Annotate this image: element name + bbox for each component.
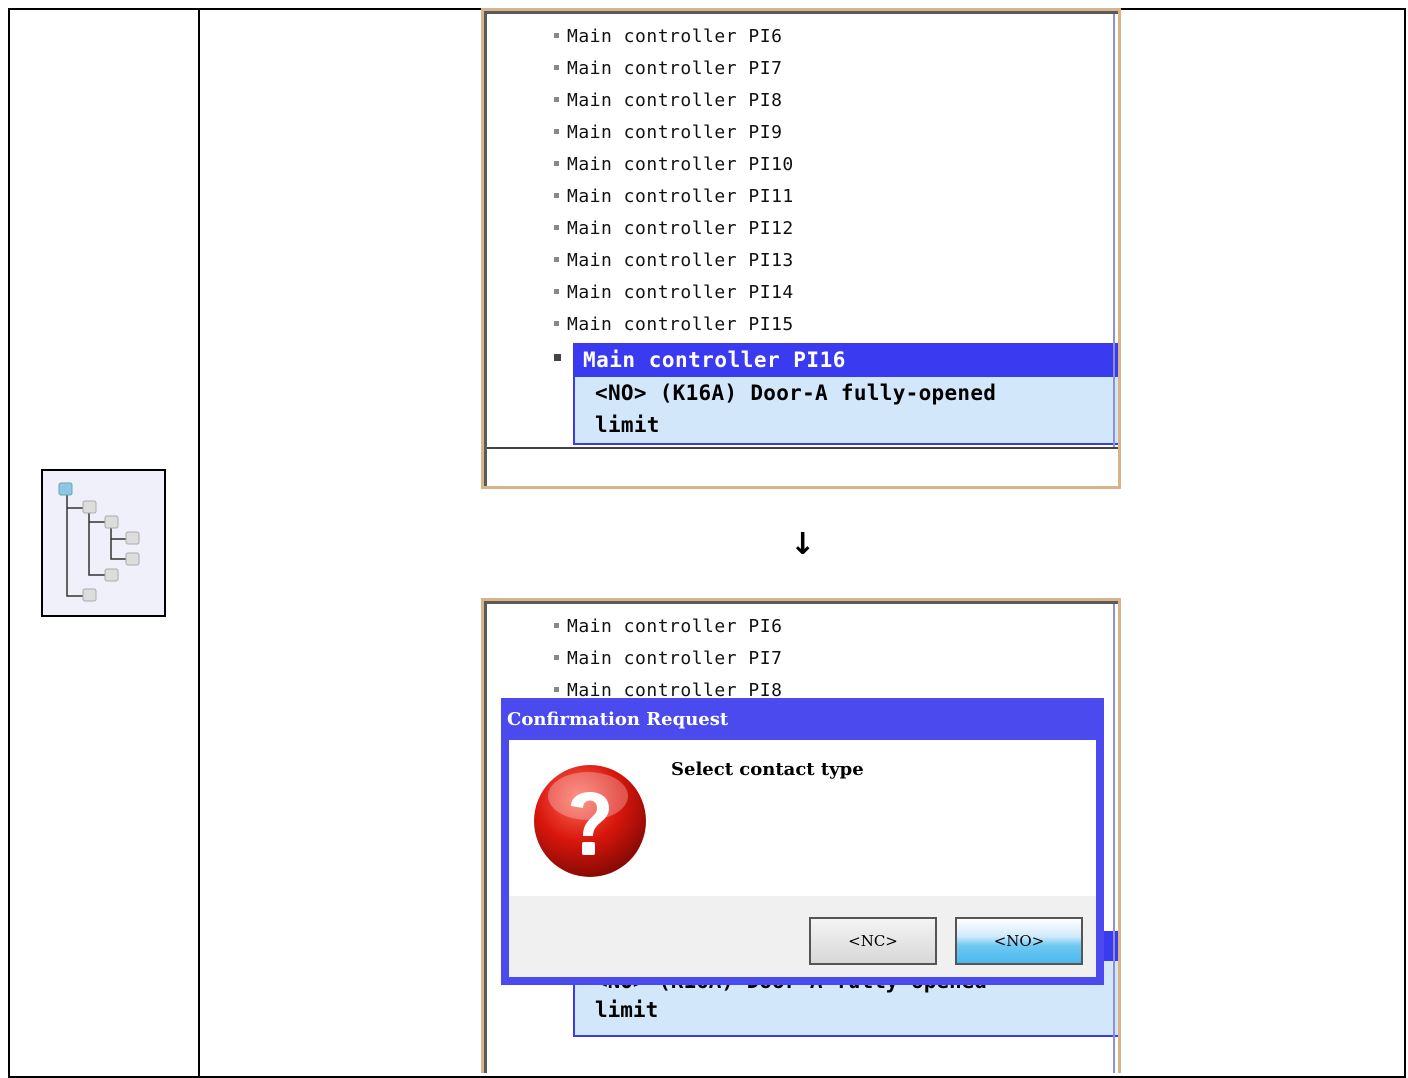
tree-item[interactable]: Main controller PI11 bbox=[554, 186, 794, 207]
down-arrow-icon: ↓ bbox=[790, 527, 816, 562]
dialog-message: Select contact type bbox=[671, 759, 864, 780]
question-icon bbox=[534, 765, 646, 877]
selected-item-title[interactable]: Main controller PI16 bbox=[573, 343, 1118, 377]
tree-item[interactable]: Main controller PI14 bbox=[554, 282, 794, 303]
dialog-title: Confirmation Request bbox=[507, 709, 729, 730]
description-line-1: <NO> (K16A) Door-A fully-opened bbox=[595, 381, 997, 405]
description-line-2: limit bbox=[595, 998, 659, 1022]
selected-item-description[interactable]: <NO> (K16A) Door-A fully-opened limit bbox=[573, 377, 1118, 445]
tree-view-before: Main controller PI6 Main controller PI7 … bbox=[481, 8, 1121, 489]
tree-item[interactable]: Main controller PI6 bbox=[554, 616, 782, 637]
tree-item[interactable]: Main controller PI12 bbox=[554, 218, 794, 239]
tree-item[interactable]: Main controller PI8 bbox=[554, 90, 782, 111]
tree-item[interactable]: Main controller PI7 bbox=[554, 58, 782, 79]
tree-icon bbox=[41, 469, 166, 617]
tree-item[interactable]: Main controller PI7 bbox=[554, 648, 782, 669]
description-line-2: limit bbox=[595, 413, 660, 437]
dialog-body: Select contact type <NC> <NO> bbox=[509, 740, 1096, 977]
tree-item[interactable]: Main controller PI13 bbox=[554, 250, 794, 271]
panel-edge bbox=[1113, 14, 1115, 486]
column-divider bbox=[198, 8, 200, 1078]
tree-item[interactable]: Main controller PI9 bbox=[554, 122, 782, 143]
nc-button[interactable]: <NC> bbox=[809, 917, 937, 965]
tree-item[interactable]: Main controller PI6 bbox=[554, 26, 782, 47]
panel-bottom bbox=[487, 447, 1118, 486]
panel-edge bbox=[1113, 604, 1115, 1073]
confirmation-dialog: Confirmation Request Select contact type… bbox=[501, 698, 1104, 985]
selected-bullet bbox=[554, 354, 561, 361]
tree-item[interactable]: Main controller PI10 bbox=[554, 154, 794, 175]
tree-item[interactable]: Main controller PI15 bbox=[554, 314, 794, 335]
no-button[interactable]: <NO> bbox=[955, 917, 1083, 965]
